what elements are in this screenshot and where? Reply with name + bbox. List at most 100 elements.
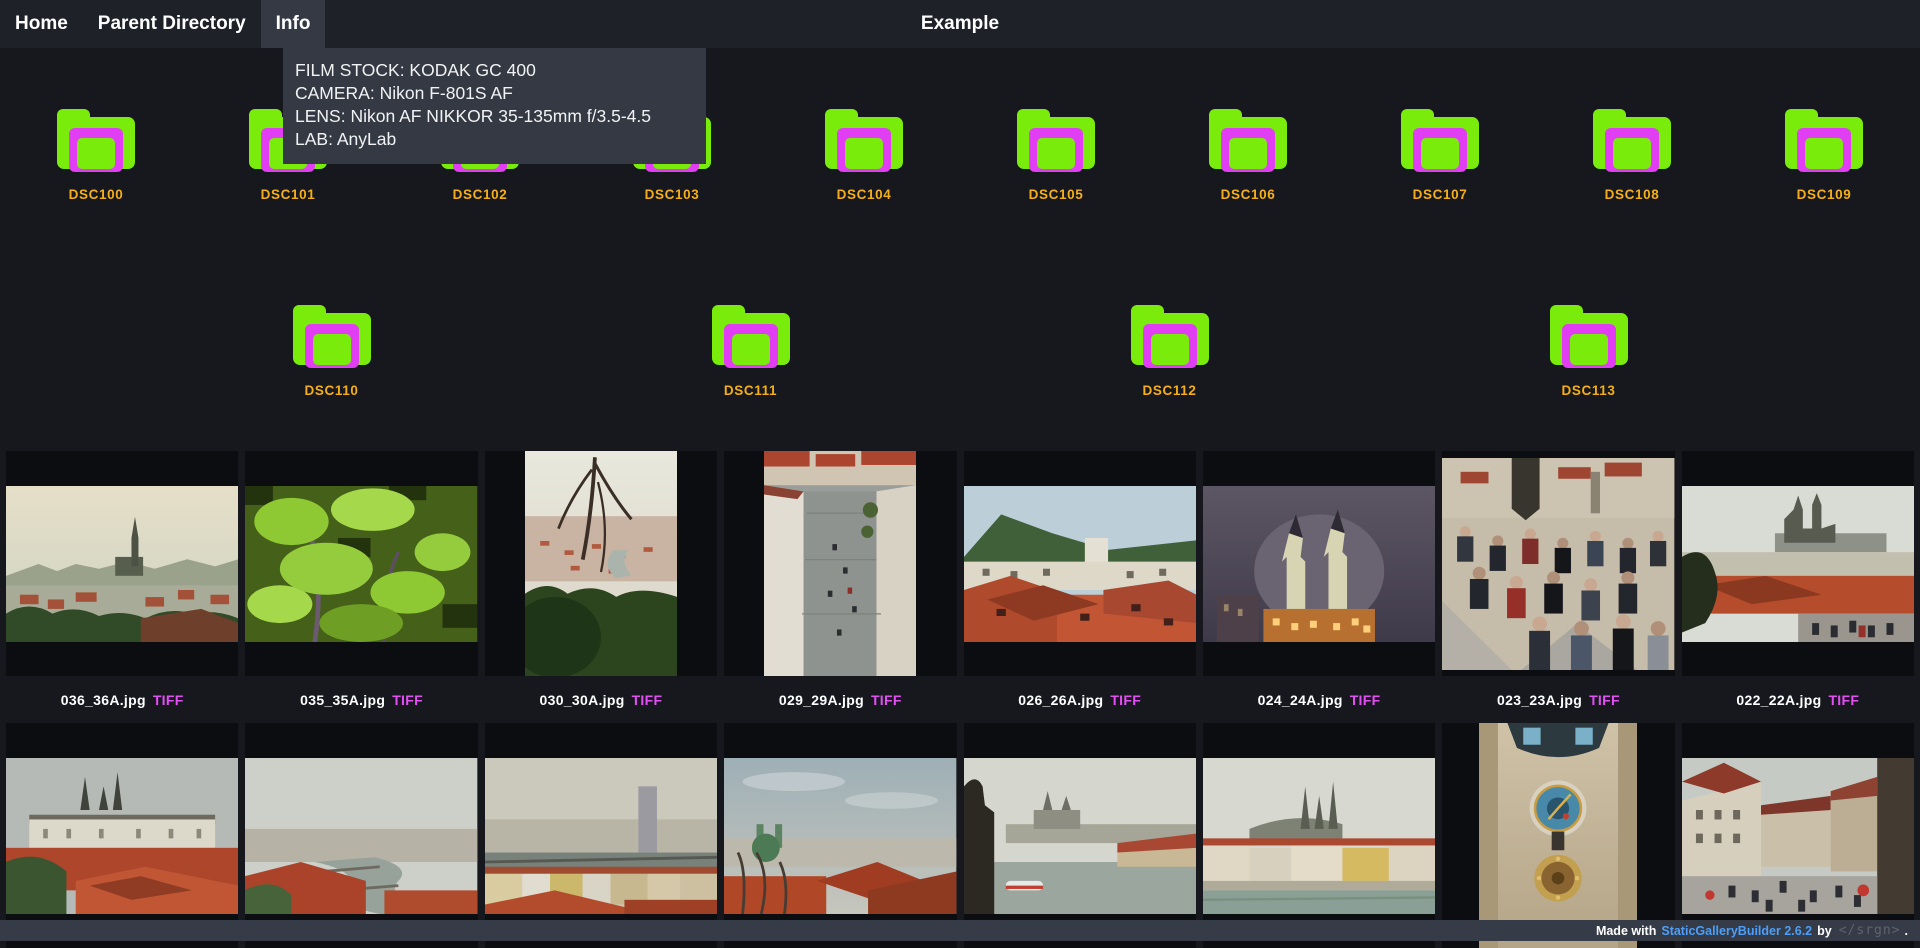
- folder-icon: [55, 108, 137, 172]
- folder-item-dsc111[interactable]: DSC111: [676, 304, 826, 398]
- folder-label: DSC110: [305, 383, 359, 398]
- photo-thumbnail: [1682, 758, 1914, 914]
- photo-026-26A-thumbnail: [964, 486, 1196, 642]
- photo-tile[interactable]: [485, 451, 717, 676]
- photo-tile[interactable]: [1682, 451, 1914, 676]
- folders-row-2: DSC110 DSC111 DSC112 DSC113: [122, 304, 1798, 398]
- photo-tile[interactable]: [245, 723, 477, 948]
- photo-tile[interactable]: [6, 723, 238, 948]
- photo-tile[interactable]: [1442, 723, 1674, 948]
- photo-thumbnail: [1203, 758, 1435, 914]
- folder-label: DSC113: [1562, 383, 1616, 398]
- photo-cell: 022_22A.jpg TIFF: [1682, 451, 1914, 723]
- folder-label: DSC112: [1143, 383, 1197, 398]
- photo-023-23A-thumbnail: [1442, 458, 1674, 670]
- info-line-film-stock: FILM STOCK: KODAK GC 400: [295, 59, 694, 82]
- photo-tile[interactable]: [1203, 723, 1435, 948]
- footer-suffix: .: [1905, 924, 1908, 938]
- info-line-lens: LENS: Nikon AF NIKKOR 35-135mm f/3.5-4.5: [295, 105, 694, 128]
- photo-filename: 030_30A.jpg: [540, 692, 625, 708]
- folder-item-dsc109[interactable]: DSC109: [1749, 108, 1899, 202]
- folder-item-dsc100[interactable]: DSC100: [21, 108, 171, 202]
- photo-format-badge: TIFF: [1110, 692, 1141, 708]
- photo-format-badge: TIFF: [1828, 692, 1859, 708]
- folder-icon: [1015, 108, 1097, 172]
- folder-label: DSC102: [453, 187, 508, 202]
- photo-caption: 029_29A.jpg TIFF: [724, 676, 956, 723]
- photo-filename: 036_36A.jpg: [61, 692, 146, 708]
- folder-icon: [710, 304, 792, 368]
- photo-cell: [1442, 723, 1674, 948]
- nav-item-home[interactable]: Home: [0, 0, 83, 48]
- photo-cell: 023_23A.jpg TIFF: [1442, 451, 1674, 723]
- builder-link[interactable]: StaticGalleryBuilder 2.6.2: [1661, 924, 1812, 938]
- folder-icon: [1783, 108, 1865, 172]
- footer-by-text: by: [1817, 924, 1832, 938]
- photo-thumbnail: [485, 758, 717, 914]
- folder-label: DSC109: [1797, 187, 1852, 202]
- photo-030-30A-thumbnail: [525, 451, 677, 676]
- folder-icon: [1548, 304, 1630, 368]
- photo-cell: [724, 723, 956, 948]
- srgn-logo[interactable]: </srgn>: [1839, 923, 1901, 938]
- folder-item-dsc112[interactable]: DSC112: [1095, 304, 1245, 398]
- photo-tile[interactable]: [964, 451, 1196, 676]
- photo-thumbnail: [964, 758, 1196, 914]
- folder-label: DSC101: [261, 187, 316, 202]
- folder-item-dsc106[interactable]: DSC106: [1173, 108, 1323, 202]
- folder-icon: [1207, 108, 1289, 172]
- photo-tile[interactable]: [1203, 451, 1435, 676]
- photo-format-badge: TIFF: [1350, 692, 1381, 708]
- photo-024-24A-thumbnail: [1203, 486, 1435, 642]
- folder-item-dsc104[interactable]: DSC104: [789, 108, 939, 202]
- folder-item-dsc105[interactable]: DSC105: [981, 108, 1131, 202]
- photo-format-badge: TIFF: [153, 692, 184, 708]
- photo-grid-row-2: [0, 723, 1920, 948]
- photo-caption: 030_30A.jpg TIFF: [485, 676, 717, 723]
- photo-thumbnail: [724, 758, 956, 914]
- folder-item-dsc110[interactable]: DSC110: [257, 304, 407, 398]
- folder-label: DSC106: [1221, 187, 1276, 202]
- photo-filename: 035_35A.jpg: [300, 692, 385, 708]
- photo-tile[interactable]: [6, 451, 238, 676]
- photo-cell: [964, 723, 1196, 948]
- photo-tile[interactable]: [1682, 723, 1914, 948]
- info-line-lab: LAB: AnyLab: [295, 128, 694, 151]
- folder-item-dsc113[interactable]: DSC113: [1514, 304, 1664, 398]
- photo-format-badge: TIFF: [1589, 692, 1620, 708]
- folder-item-dsc107[interactable]: DSC107: [1365, 108, 1515, 202]
- top-nav: Home Parent Directory Info Example: [0, 0, 1920, 48]
- folder-icon: [1591, 108, 1673, 172]
- photo-cell: 029_29A.jpg TIFF: [724, 451, 956, 723]
- nav-item-info[interactable]: Info: [261, 0, 326, 48]
- photo-cell: [485, 723, 717, 948]
- info-line-camera: CAMERA: Nikon F-801S AF: [295, 82, 694, 105]
- folder-label: DSC105: [1029, 187, 1084, 202]
- photo-tile[interactable]: [964, 723, 1196, 948]
- photo-format-badge: TIFF: [871, 692, 902, 708]
- footer-made-with-text: Made with: [1596, 924, 1656, 938]
- folder-label: DSC100: [69, 187, 124, 202]
- photo-tile[interactable]: [485, 723, 717, 948]
- photo-cell: [6, 723, 238, 948]
- photo-tile[interactable]: [1442, 451, 1674, 676]
- nav-item-parent-directory[interactable]: Parent Directory: [83, 0, 261, 48]
- photo-caption: 026_26A.jpg TIFF: [964, 676, 1196, 723]
- folder-label: DSC107: [1413, 187, 1468, 202]
- folder-icon: [1399, 108, 1481, 172]
- photo-tile[interactable]: [245, 451, 477, 676]
- folder-label: DSC103: [645, 187, 700, 202]
- photo-cell: 035_35A.jpg TIFF: [245, 451, 477, 723]
- photo-caption: 036_36A.jpg TIFF: [6, 676, 238, 723]
- photo-tile[interactable]: [724, 451, 956, 676]
- photo-caption: 023_23A.jpg TIFF: [1442, 676, 1674, 723]
- photo-tile[interactable]: [724, 723, 956, 948]
- folder-label: DSC108: [1605, 187, 1660, 202]
- photo-035-35A-thumbnail: [245, 486, 477, 642]
- photo-filename: 022_22A.jpg: [1736, 692, 1821, 708]
- folder-item-dsc108[interactable]: DSC108: [1557, 108, 1707, 202]
- photo-filename: 024_24A.jpg: [1258, 692, 1343, 708]
- photo-022-22A-thumbnail: [1682, 486, 1914, 642]
- folder-label: DSC104: [837, 187, 892, 202]
- photo-029-29A-thumbnail: [764, 451, 916, 676]
